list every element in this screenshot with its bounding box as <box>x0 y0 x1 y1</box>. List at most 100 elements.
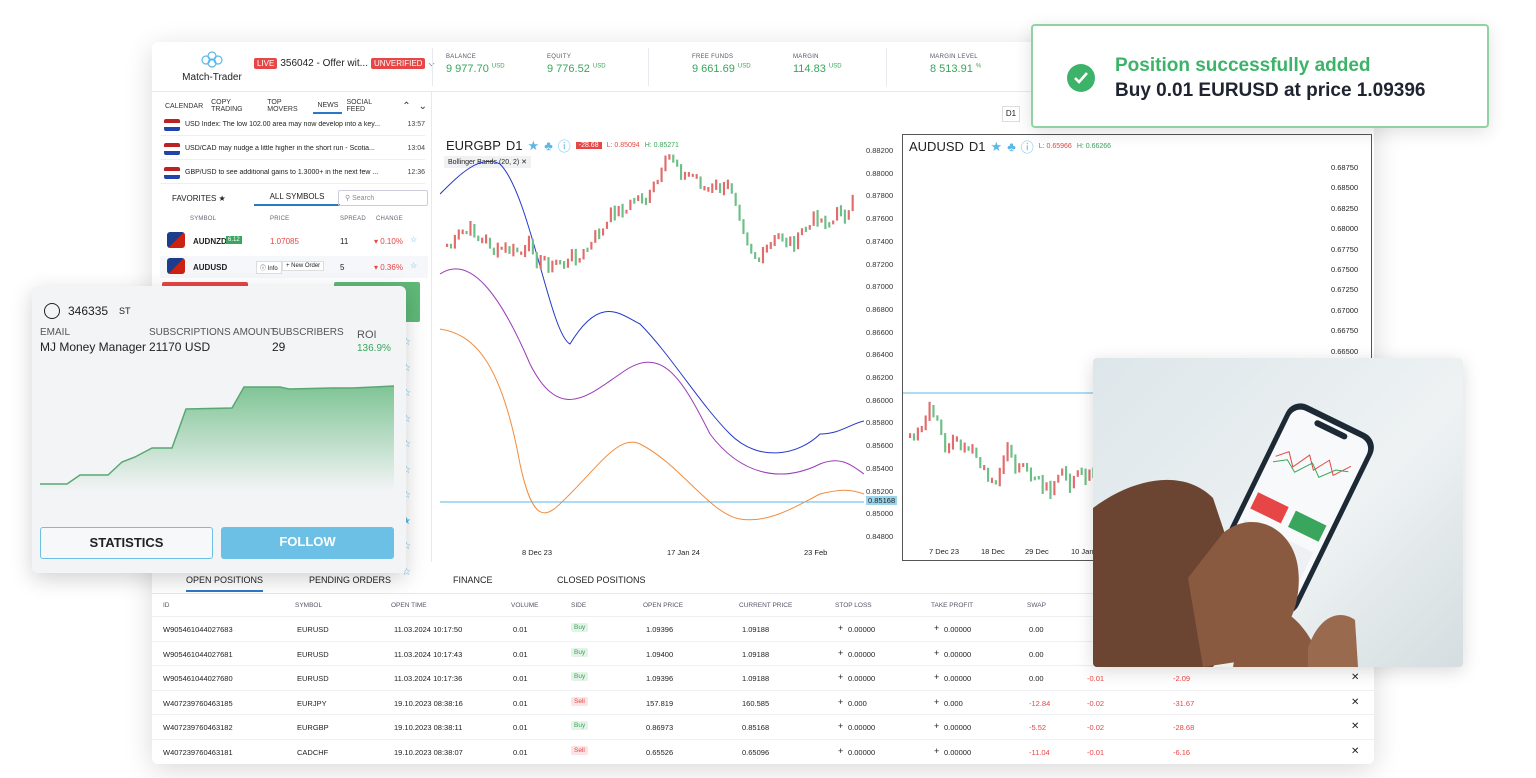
y-tick-label: 0.67500 <box>1331 265 1359 274</box>
plus-icon[interactable]: + <box>934 721 939 731</box>
table-row[interactable]: W407239760463181 CADCHF 19.10.2023 08:38:0… <box>152 738 1374 763</box>
plus-icon[interactable]: + <box>934 697 939 707</box>
candle <box>804 226 807 233</box>
bell-icon[interactable]: ♣ <box>1007 139 1016 154</box>
cell-c1: -0.01 <box>1087 674 1105 683</box>
y-tick-label: 0.87400 <box>866 236 894 246</box>
chart-eurgbp[interactable]: EURGBP D1 ★ ♣ ⓘ -28.68 L: 0.85094 H: 0.85… <box>440 134 898 557</box>
x-tick-label: 18 Dec <box>981 547 1005 556</box>
search-input[interactable]: ⚲ Search <box>338 190 428 206</box>
y-tick-label: 0.87000 <box>866 282 894 292</box>
amount-value: 21170 USD <box>149 340 211 354</box>
candle <box>629 199 632 211</box>
candle <box>535 252 538 269</box>
tab-favorites[interactable]: FAVORITES ★ <box>172 194 226 203</box>
cell-tp: 0.00000 <box>944 625 972 634</box>
tab-open-positions[interactable]: OPEN POSITIONS <box>186 575 264 592</box>
candle <box>520 251 523 255</box>
new-order-button[interactable]: + New Order <box>282 261 325 271</box>
candle <box>594 230 597 243</box>
email-label: EMAIL <box>40 327 71 338</box>
plus-icon[interactable]: + <box>934 623 939 633</box>
candle <box>839 205 843 217</box>
plus-icon[interactable]: + <box>934 648 939 658</box>
candle <box>547 257 550 273</box>
y-tick-label: 0.87200 <box>866 259 894 269</box>
tab-news[interactable]: NEWS <box>313 99 343 114</box>
candle <box>680 164 683 180</box>
candle <box>590 241 593 250</box>
tab-social-feed[interactable]: SOCIAL FEED <box>342 96 392 116</box>
follow-button[interactable]: FOLLOW <box>221 527 394 559</box>
candle <box>746 232 749 246</box>
symbol-row[interactable]: AUDUSD ⓘ Info + New Order 5 ▾ 0.36% ☆ <box>160 256 428 278</box>
table-row[interactable]: W407239760463182 EURGBP 19.10.2023 08:38:1… <box>152 714 1374 738</box>
close-position-icon[interactable]: ✕ <box>1351 672 1359 683</box>
divider <box>432 48 433 86</box>
tab-finance[interactable]: FINANCE <box>453 575 493 585</box>
cell-id: W407239760463182 <box>163 723 233 732</box>
candle <box>578 258 581 263</box>
plus-icon[interactable]: + <box>838 672 843 682</box>
tab-calendar[interactable]: CALENDAR <box>161 100 207 113</box>
news-item[interactable]: USD/CAD may nudge a little higher in the… <box>160 138 425 160</box>
cell-swap: -11.04 <box>1029 747 1050 757</box>
news-item[interactable]: USD Index: The low 102.00 area may now d… <box>160 114 425 136</box>
chevron-up-icon[interactable]: ⌃ <box>398 98 414 115</box>
metric-margin-level: MARGIN LEVEL 8 513.91 % <box>930 54 982 75</box>
candle <box>469 220 472 236</box>
candle <box>461 229 464 235</box>
timeframe-button[interactable]: D1 <box>1002 106 1020 122</box>
plus-icon[interactable]: + <box>838 721 843 731</box>
y-tick-label: 0.66500 <box>1331 346 1359 356</box>
cell-side: Sell <box>571 696 588 706</box>
table-row[interactable]: W905461044027680 EURUSD 11.03.2024 10:17:3… <box>152 665 1374 689</box>
tab-closed-positions[interactable]: CLOSED POSITIONS <box>557 575 646 585</box>
y-tick-label: 0.67750 <box>1331 244 1359 254</box>
hand-holding-phone-image <box>1093 403 1374 667</box>
symbol-row[interactable]: AUDNZD 6.12 1.07085 11 ▾ 0.10% ☆ <box>160 230 428 252</box>
plus-icon[interactable]: + <box>934 746 939 756</box>
candle <box>773 235 776 247</box>
cell-id: W407239760463185 <box>163 698 233 708</box>
table-row[interactable]: W407239760463185 EURJPY 19.10.2023 08:38:1… <box>152 689 1374 714</box>
info-icon[interactable]: ⓘ <box>1021 137 1034 156</box>
y-tick-label: 0.88000 <box>866 168 894 178</box>
candle <box>936 415 939 421</box>
close-position-icon[interactable]: ✕ <box>1351 746 1359 757</box>
tab-all-symbols[interactable]: ALL SYMBOLS <box>254 192 340 206</box>
candle <box>832 220 835 225</box>
candle <box>800 228 804 236</box>
star-icon[interactable]: ☆ <box>410 261 417 270</box>
amount-label: SUBSCRIPTIONS AMOUNT <box>149 327 277 338</box>
plus-icon[interactable]: + <box>934 672 939 682</box>
plus-icon[interactable]: + <box>838 746 843 756</box>
chevron-down-icon[interactable]: ⌄ <box>415 98 431 115</box>
cell-tp: 0.00000 <box>944 674 972 683</box>
star-icon[interactable]: ☆ <box>410 235 417 244</box>
plus-icon[interactable]: + <box>838 623 843 633</box>
news-item[interactable]: GBP/USD to see additional gains to 1.300… <box>160 162 425 184</box>
y-tick-label: 0.85600 <box>866 441 894 451</box>
tab-copy-trading[interactable]: COPY TRADING <box>207 96 263 116</box>
cell-vol: 0.01 <box>513 723 528 732</box>
flag-icon <box>164 118 180 131</box>
close-position-icon[interactable]: ✕ <box>1351 697 1359 708</box>
info-button[interactable]: ⓘ Info <box>256 261 282 274</box>
candle <box>527 235 531 252</box>
star-icon[interactable]: ★ <box>991 139 1003 155</box>
cell-sl: 0.00000 <box>848 674 876 683</box>
cell-symbol: EURGBP <box>297 723 329 732</box>
plus-icon[interactable]: + <box>838 648 843 658</box>
plus-icon[interactable]: + <box>838 697 843 707</box>
account-id: 346335 <box>68 304 109 318</box>
close-position-icon[interactable]: ✕ <box>1351 721 1359 732</box>
candle <box>990 477 994 484</box>
check-icon <box>1067 64 1095 92</box>
candle <box>828 222 831 228</box>
tab-pending-orders[interactable]: PENDING ORDERS <box>309 575 391 585</box>
news-tabs: CALENDAR COPY TRADING TOP MOVERS NEWS SO… <box>161 96 431 116</box>
statistics-button[interactable]: STATISTICS <box>40 527 213 559</box>
tab-top-movers[interactable]: TOP MOVERS <box>263 96 313 116</box>
account-selector[interactable]: LIVE 356042 - Offer wit... UNVERIFIED ⌵ <box>254 58 435 69</box>
